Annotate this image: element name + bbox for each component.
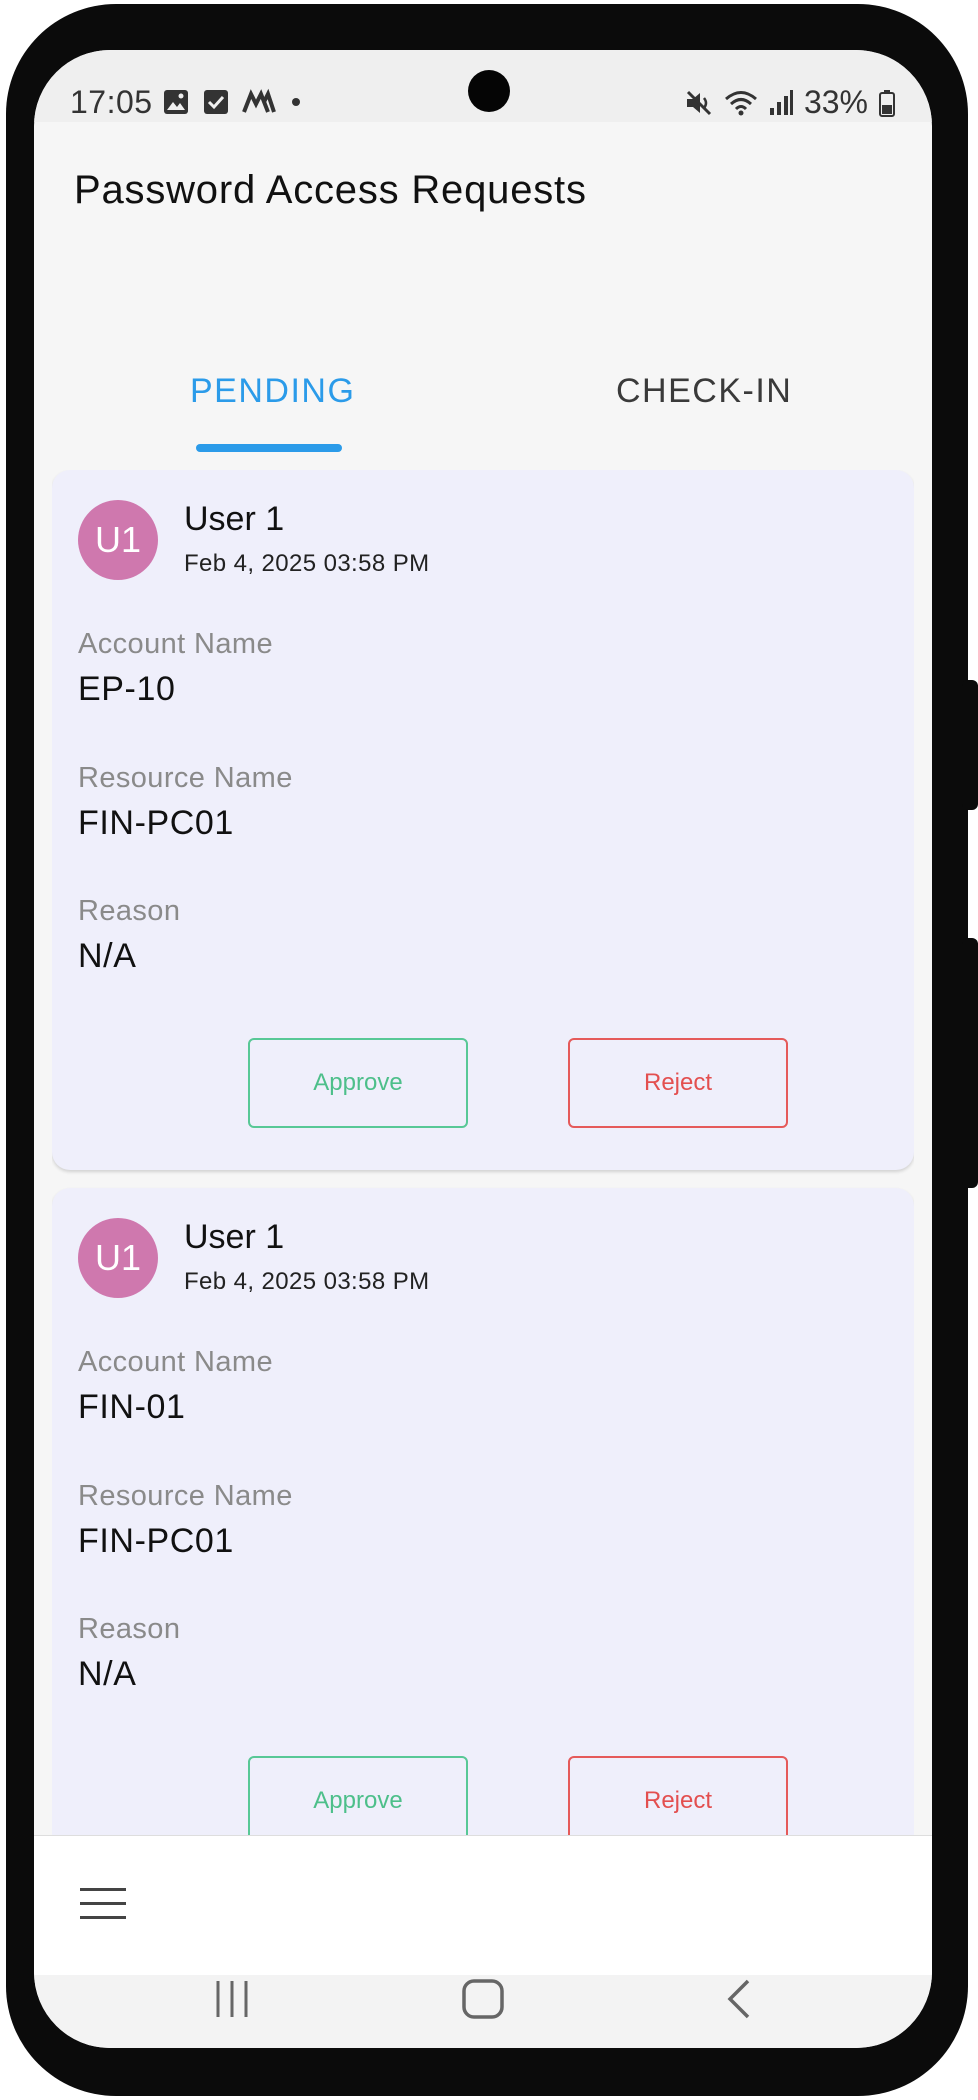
page-title: Password Access Requests: [74, 168, 587, 212]
account-name-value: FIN-01: [78, 1388, 186, 1426]
approve-button[interactable]: Approve: [248, 1756, 468, 1835]
user-name: User 1: [184, 500, 285, 538]
back-icon[interactable]: [720, 1975, 760, 2023]
battery-icon: [879, 89, 895, 117]
hamburger-menu-icon[interactable]: [80, 1888, 126, 1920]
status-bar: 17:05 33%: [34, 50, 932, 122]
tab-bar: PENDING CHECK-IN: [34, 320, 932, 452]
reject-button[interactable]: Reject: [568, 1756, 788, 1835]
tab-pending[interactable]: PENDING: [190, 372, 355, 411]
active-tab-indicator: [196, 444, 342, 452]
avatar: U1: [78, 500, 158, 580]
request-date: Feb 4, 2025 03:58 PM: [184, 1268, 430, 1295]
account-name-value: EP-10: [78, 670, 176, 708]
request-card: U1 User 1 Feb 4, 2025 03:58 PM Account N…: [52, 470, 914, 1170]
dot-icon: [292, 98, 300, 106]
check-box-icon: [204, 90, 228, 114]
tab-check-in[interactable]: CHECK-IN: [616, 372, 792, 411]
resource-name-value: FIN-PC01: [78, 804, 234, 842]
user-name: User 1: [184, 1218, 285, 1256]
reason-label: Reason: [78, 895, 181, 927]
system-status-icons: 33%: [684, 84, 896, 121]
account-name-label: Account Name: [78, 1346, 273, 1378]
home-icon[interactable]: [460, 1975, 506, 2023]
request-list[interactable]: U1 User 1 Feb 4, 2025 03:58 PM Account N…: [52, 470, 914, 1835]
screen: 17:05 33% Password Access Requests PENDI…: [34, 50, 932, 2048]
bottom-app-bar: [34, 1835, 932, 1975]
request-date: Feb 4, 2025 03:58 PM: [184, 550, 430, 577]
system-navigation-bar: [34, 1975, 932, 2048]
front-camera: [468, 70, 510, 112]
resource-name-label: Resource Name: [78, 762, 293, 794]
wifi-icon: [724, 90, 757, 115]
approve-button[interactable]: Approve: [248, 1038, 468, 1128]
account-name-label: Account Name: [78, 628, 273, 660]
mute-icon: [686, 90, 712, 115]
avatar: U1: [78, 1218, 158, 1298]
notification-icons: [162, 88, 304, 116]
reason-value: N/A: [78, 937, 137, 975]
image-icon: [164, 90, 188, 114]
signal-icon: [769, 89, 793, 115]
reject-button[interactable]: Reject: [568, 1038, 788, 1128]
reason-value: N/A: [78, 1655, 137, 1693]
resource-name-value: FIN-PC01: [78, 1522, 234, 1560]
status-time: 17:05: [70, 84, 153, 120]
battery-percent: 33%: [803, 84, 868, 120]
power-button: [962, 938, 978, 1188]
reason-label: Reason: [78, 1613, 181, 1645]
recent-apps-icon[interactable]: [210, 1975, 254, 2023]
resource-name-label: Resource Name: [78, 1480, 293, 1512]
volume-button: [962, 680, 978, 810]
app-logo-icon: [242, 88, 276, 113]
request-card: U1 User 1 Feb 4, 2025 03:58 PM Account N…: [52, 1188, 914, 1835]
